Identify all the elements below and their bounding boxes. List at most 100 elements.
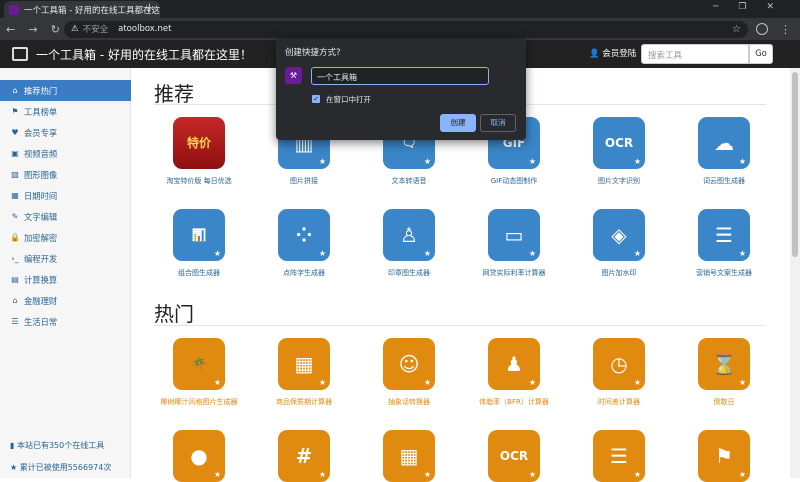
tool-label[interactable]: 印章图生成器: [354, 268, 464, 278]
sidebar-item[interactable]: ▤ 计算换算: [0, 269, 131, 290]
tool-tile[interactable]: ☰ ★ 营销号文案生成器: [669, 209, 779, 278]
forward-icon[interactable]: →: [28, 23, 37, 36]
sidebar-item[interactable]: ▣ 视频音频: [0, 143, 131, 164]
hourglass-icon[interactable]: ⌛ ★: [698, 338, 750, 390]
monitor-icon[interactable]: ▭ ★: [488, 209, 540, 261]
bar-chart-icon[interactable]: 📊 ★: [173, 209, 225, 261]
sidebar-item[interactable]: 🔒 加密解密: [0, 227, 131, 248]
restore-icon[interactable]: ❐: [738, 2, 766, 12]
tool-label[interactable]: GIF动态图制作: [459, 176, 569, 186]
stamp-icon[interactable]: ♙ ★: [383, 209, 435, 261]
omnibox[interactable]: ⚠ 不安全 atoolbox.net ☆: [64, 20, 748, 38]
tool-tile[interactable]: ◷ ★ 时间差计算器: [564, 338, 674, 407]
clock-icon[interactable]: ◷ ★: [593, 338, 645, 390]
tool-tile[interactable]: ▦ ★: [354, 430, 464, 482]
open-in-window-checkbox[interactable]: ✓: [312, 95, 320, 103]
site-title[interactable]: 一个工具箱 - 好用的在线工具都在这里！: [36, 46, 252, 63]
tool-label[interactable]: 文本转语音: [354, 176, 464, 186]
tool-tile[interactable]: ☺ ★ 抽象话转换器: [354, 338, 464, 407]
taobao-promo-image[interactable]: 特价: [173, 117, 225, 169]
sidebar-item[interactable]: ☰ 生活日常: [0, 311, 131, 332]
tool-tile[interactable]: ◈ ★ 图片加水印: [564, 209, 674, 278]
tomato-icon[interactable]: ● ★: [173, 430, 225, 482]
minimize-icon[interactable]: ─: [713, 2, 738, 12]
ocr-icon[interactable]: OCR ★: [488, 430, 540, 482]
document-icon[interactable]: ☰ ★: [698, 209, 750, 261]
tool-label[interactable]: 时间差计算器: [564, 397, 674, 407]
sidebar-item[interactable]: ⚑ 工具榜单: [0, 101, 131, 122]
sidebar-item[interactable]: ▨ 图形图像: [0, 164, 131, 185]
toolbox-logo-icon[interactable]: [12, 47, 28, 61]
dot-matrix-icon[interactable]: ⁘ ★: [278, 209, 330, 261]
tool-tile[interactable]: ⚑ ★: [669, 430, 779, 482]
tool-label[interactable]: 营销号文案生成器: [669, 268, 779, 278]
tool-label[interactable]: 组合图生成器: [144, 268, 254, 278]
shortcut-name-input[interactable]: 一个工具箱: [311, 67, 489, 85]
tool-label[interactable]: 网贷实际利率计算器: [459, 268, 569, 278]
dialog-title: 创建快捷方式?: [285, 48, 341, 58]
browser-tab[interactable]: 一个工具箱 - 好用的在线工具都在这里！ ✕: [4, 1, 160, 18]
back-icon[interactable]: ←: [6, 23, 15, 36]
tool-label[interactable]: 图片拼接: [249, 176, 359, 186]
tool-label[interactable]: 淘宝特价版 每日优选: [144, 176, 254, 186]
tool-tile[interactable]: ⁘ ★ 点阵字生成器: [249, 209, 359, 278]
create-button[interactable]: 创建: [440, 114, 476, 132]
tool-label[interactable]: 图片文字识别: [564, 176, 674, 186]
warning-icon[interactable]: ⚠: [71, 24, 79, 34]
cloud-icon[interactable]: ☁ ★: [698, 117, 750, 169]
smiley-icon[interactable]: ☺ ★: [383, 338, 435, 390]
tool-tile[interactable]: ☁ ★ 词云图生成器: [669, 117, 779, 186]
search-input[interactable]: 搜索工具: [641, 44, 749, 64]
tool-tile[interactable]: ● ★: [144, 430, 254, 482]
account-icon[interactable]: [756, 23, 768, 35]
tool-tile[interactable]: ⌛ ★ 倒数日: [669, 338, 779, 407]
menu-dots-icon[interactable]: ⋮: [780, 23, 791, 36]
tool-tile[interactable]: 🌴 ★ 椰树椰汁风格图片生成器: [144, 338, 254, 407]
tool-label[interactable]: 点阵字生成器: [249, 268, 359, 278]
url-text[interactable]: atoolbox.net: [118, 24, 171, 34]
tool-label[interactable]: 抽象话转换器: [354, 397, 464, 407]
layers-icon[interactable]: ◈ ★: [593, 209, 645, 261]
scrollbar-thumb[interactable]: [792, 72, 798, 257]
tool-tile[interactable]: ♟ ★ 体脂率（BFR）计算器: [459, 338, 569, 407]
sidebar-item[interactable]: ⌂ 金融理财: [0, 290, 131, 311]
new-tab-button[interactable]: +: [144, 1, 155, 16]
people-board-icon[interactable]: ⚑ ★: [698, 430, 750, 482]
tool-tile[interactable]: OCR ★ 图片文字识别: [564, 117, 674, 186]
tool-label[interactable]: 椰树椰汁风格图片生成器: [144, 397, 254, 407]
window-controls[interactable]: ─❐✕: [713, 2, 794, 12]
hash-grid-icon[interactable]: # ★: [278, 430, 330, 482]
table-grid-icon[interactable]: ▦ ★: [383, 430, 435, 482]
login-link[interactable]: 👤 会员登陆: [589, 47, 636, 59]
bookmark-star-icon[interactable]: ☆: [732, 24, 741, 35]
sidebar-item[interactable]: ▦ 日期时间: [0, 185, 131, 206]
tool-label[interactable]: 体脂率（BFR）计算器: [459, 397, 569, 407]
sidebar-item[interactable]: ♥ 会员专享: [0, 122, 131, 143]
tool-tile[interactable]: ▦ ★ 商品保质期计算器: [249, 338, 359, 407]
go-button[interactable]: Go: [749, 44, 773, 64]
tool-tile[interactable]: # ★: [249, 430, 359, 482]
tool-label[interactable]: 倒数日: [669, 397, 779, 407]
sidebar-item[interactable]: ›_ 编程开发: [0, 248, 131, 269]
tool-label[interactable]: 商品保质期计算器: [249, 397, 359, 407]
tool-tile[interactable]: ▭ ★ 网贷实际利率计算器: [459, 209, 569, 278]
person-icon[interactable]: ♟ ★: [488, 338, 540, 390]
tool-tile[interactable]: OCR ★: [459, 430, 569, 482]
sidebar-item[interactable]: ✎ 文字编辑: [0, 206, 131, 227]
document-icon[interactable]: ☰ ★: [593, 430, 645, 482]
tool-tile[interactable]: ☰ ★: [564, 430, 674, 482]
reload-icon[interactable]: ↻: [51, 23, 60, 36]
calendar-grid-icon[interactable]: ▦ ★: [278, 338, 330, 390]
close-window-icon[interactable]: ✕: [766, 2, 794, 12]
open-in-window-label[interactable]: 在窗口中打开: [326, 94, 371, 105]
security-label[interactable]: 不安全: [83, 23, 109, 35]
tool-label[interactable]: 图片加水印: [564, 268, 674, 278]
tool-tile[interactable]: 特价淘宝特价版 每日优选: [144, 117, 254, 186]
ocr-icon[interactable]: OCR ★: [593, 117, 645, 169]
sidebar-item[interactable]: ⌂ 推荐热门: [0, 80, 131, 101]
tool-label[interactable]: 词云图生成器: [669, 176, 779, 186]
palm-tree-icon[interactable]: 🌴 ★: [173, 338, 225, 390]
tool-tile[interactable]: 📊 ★ 组合图生成器: [144, 209, 254, 278]
tool-tile[interactable]: ♙ ★ 印章图生成器: [354, 209, 464, 278]
cancel-button[interactable]: 取消: [480, 114, 516, 132]
